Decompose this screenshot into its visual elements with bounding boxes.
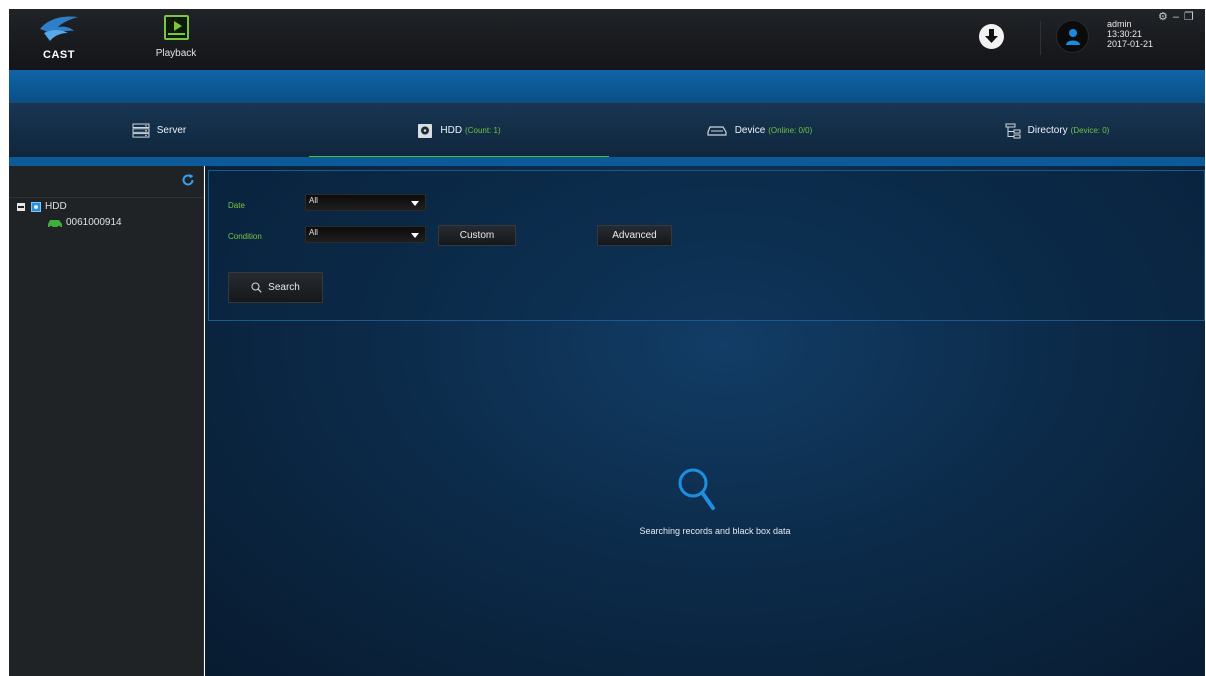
condition-label: Condition xyxy=(228,232,262,241)
logo-text: CAST xyxy=(43,49,75,61)
restore-icon[interactable]: ❐ xyxy=(1184,11,1199,23)
chevron-down-icon xyxy=(411,233,419,238)
tab-bar: Server HDD (Count: 1) Device (Online: 0/… xyxy=(9,102,1205,158)
tab-server-label: Server xyxy=(156,125,187,136)
condition-select[interactable]: All xyxy=(305,226,426,243)
custom-button[interactable]: Custom xyxy=(438,225,516,246)
shark-logo-icon xyxy=(40,16,78,41)
date-select[interactable]: All xyxy=(305,194,426,211)
search-panel: Date All Condition All Custom Advanced S… xyxy=(208,170,1205,321)
vehicle-icon xyxy=(707,126,727,136)
chevron-down-icon xyxy=(411,201,419,206)
condition-select-value: All xyxy=(309,228,318,237)
user-info: admin 13:30:21 2017-01-21 xyxy=(1107,19,1153,49)
search-icon xyxy=(251,282,262,293)
tab-server[interactable]: Server xyxy=(9,103,309,158)
current-time: 13:30:21 xyxy=(1107,29,1143,39)
hdd-icon xyxy=(418,123,433,138)
tree-node-hdd[interactable]: HDD xyxy=(17,201,67,212)
header-separator xyxy=(1040,21,1041,55)
header-band xyxy=(9,70,1205,102)
user-name: admin xyxy=(1107,19,1132,29)
tab-device-count: (Online: 0/0) xyxy=(768,126,813,135)
magnifier-icon xyxy=(678,468,715,510)
tab-device-label: Device xyxy=(734,125,766,136)
search-button-label: Search xyxy=(268,282,300,293)
search-button[interactable]: Search xyxy=(228,272,323,303)
download-button[interactable] xyxy=(979,24,1004,49)
date-select-value: All xyxy=(309,196,318,205)
tab-device[interactable]: Device (Online: 0/0) xyxy=(609,103,909,158)
playback-monitor-icon xyxy=(163,15,189,40)
tab-hdd-count: (Count: 1) xyxy=(465,126,501,135)
title-bar: CAST Playback admin 13:30:21 2017-01-21 … xyxy=(9,9,1205,70)
directory-tree-icon xyxy=(1005,123,1021,138)
collapse-icon[interactable] xyxy=(17,202,25,211)
current-date: 2017-01-21 xyxy=(1107,39,1154,49)
tab-directory[interactable]: Directory (Device: 0) xyxy=(909,103,1205,158)
minimize-icon[interactable]: – xyxy=(1173,11,1184,23)
gear-icon[interactable]: ⚙ xyxy=(1158,11,1173,23)
cast-logo: CAST xyxy=(29,11,89,67)
date-label: Date xyxy=(228,201,245,210)
download-arrow-icon xyxy=(985,29,998,43)
playback-module-button[interactable]: Playback xyxy=(146,15,206,67)
server-icon xyxy=(132,123,150,138)
tab-bottom-strip xyxy=(9,157,1205,166)
tree-node-hdd-label: HDD xyxy=(45,201,67,212)
tab-hdd[interactable]: HDD (Count: 1) xyxy=(309,103,609,158)
tree-divider xyxy=(9,197,204,198)
advanced-button[interactable]: Advanced xyxy=(597,225,672,246)
tab-hdd-label: HDD xyxy=(440,125,463,136)
app-window: CAST Playback admin 13:30:21 2017-01-21 … xyxy=(0,0,1206,676)
refresh-icon[interactable] xyxy=(181,173,195,187)
tab-directory-count: (Device: 0) xyxy=(1070,126,1110,135)
user-icon xyxy=(1066,29,1080,45)
tree-node-device[interactable]: 0061000914 xyxy=(47,217,122,228)
hdd-node-icon xyxy=(31,201,41,212)
empty-state-message: Searching records and black box data xyxy=(639,526,791,536)
vehicle-icon xyxy=(48,219,62,228)
tab-directory-label: Directory xyxy=(1027,125,1068,136)
tree-node-device-label: 0061000914 xyxy=(66,217,122,228)
playback-label: Playback xyxy=(155,48,197,59)
window-controls: ⚙–❐ xyxy=(1158,10,1199,23)
main-content: Date All Condition All Custom Advanced S… xyxy=(205,166,1205,676)
hdd-tree-panel: HDD 0061000914 xyxy=(9,166,204,676)
user-avatar[interactable] xyxy=(1056,20,1089,53)
